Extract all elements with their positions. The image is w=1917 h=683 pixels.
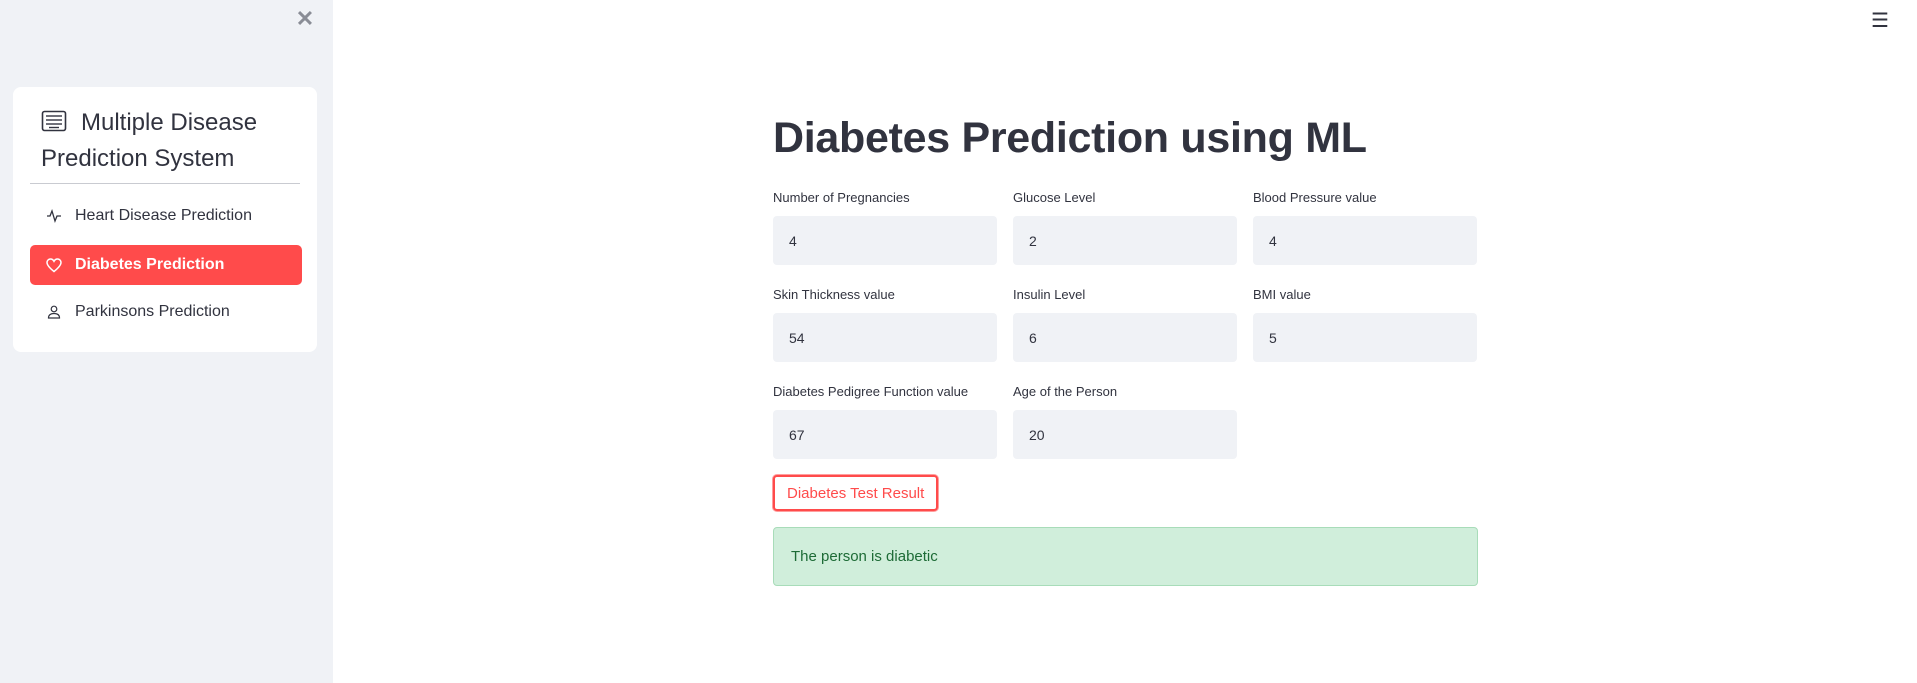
pregnancies-input[interactable] <box>773 216 997 265</box>
person-icon <box>45 303 63 321</box>
field-insulin: Insulin Level <box>1013 285 1237 362</box>
age-input[interactable] <box>1013 410 1237 459</box>
activity-icon <box>45 207 63 225</box>
heart-icon <box>45 256 63 274</box>
field-label: Diabetes Pedigree Function value <box>773 384 969 399</box>
menu-item-parkinsons[interactable]: Parkinsons Prediction <box>30 292 302 332</box>
hamburger-icon[interactable]: ☰ <box>1869 8 1891 32</box>
insulin-input[interactable] <box>1013 313 1237 362</box>
field-pedigree: Diabetes Pedigree Function value <box>773 382 997 459</box>
option-menu: Multiple Disease Prediction System Heart… <box>13 87 317 352</box>
page-title: Diabetes Prediction using ML <box>773 114 1367 162</box>
field-pregnancies: Number of Pregnancies <box>773 188 997 265</box>
result-alert: The person is diabetic <box>773 527 1478 586</box>
result-message: The person is diabetic <box>791 548 938 565</box>
field-age: Age of the Person <box>1013 382 1237 459</box>
glucose-input[interactable] <box>1013 216 1237 265</box>
blood-pressure-input[interactable] <box>1253 216 1477 265</box>
field-label: Insulin Level <box>1013 287 1086 302</box>
menu-list-icon <box>41 110 67 132</box>
field-label: Age of the Person <box>1013 384 1118 399</box>
field-label: Glucose Level <box>1013 190 1096 205</box>
skin-thickness-input[interactable] <box>773 313 997 362</box>
menu-item-label: Parkinsons Prediction <box>75 303 230 320</box>
close-icon[interactable]: ✕ <box>294 6 316 32</box>
menu-item-heart-disease[interactable]: Heart Disease Prediction <box>30 196 302 236</box>
field-label: BMI value <box>1253 287 1311 302</box>
main-content: Diabetes Prediction using ML Number of P… <box>773 110 1478 586</box>
menu-item-label: Diabetes Prediction <box>75 256 225 273</box>
menu-item-label: Heart Disease Prediction <box>75 207 252 224</box>
menu-item-diabetes[interactable]: Diabetes Prediction <box>30 245 302 285</box>
pedigree-input[interactable] <box>773 410 997 459</box>
menu-title-text: Multiple Disease Prediction System <box>41 109 258 172</box>
diabetes-test-result-button[interactable]: Diabetes Test Result <box>773 475 939 511</box>
bmi-input[interactable] <box>1253 313 1477 362</box>
field-label: Number of Pregnancies <box>773 190 910 205</box>
field-skin-thickness: Skin Thickness value <box>773 285 997 362</box>
field-label: Blood Pressure value <box>1253 190 1377 205</box>
menu-divider <box>30 183 300 184</box>
field-glucose: Glucose Level <box>1013 188 1237 265</box>
field-label: Skin Thickness value <box>773 287 895 302</box>
sidebar: ✕ Multiple Disease Prediction System Hea… <box>0 0 333 683</box>
menu-title: Multiple Disease Prediction System <box>41 105 291 177</box>
field-blood-pressure: Blood Pressure value <box>1253 188 1477 265</box>
field-bmi: BMI value <box>1253 285 1477 362</box>
